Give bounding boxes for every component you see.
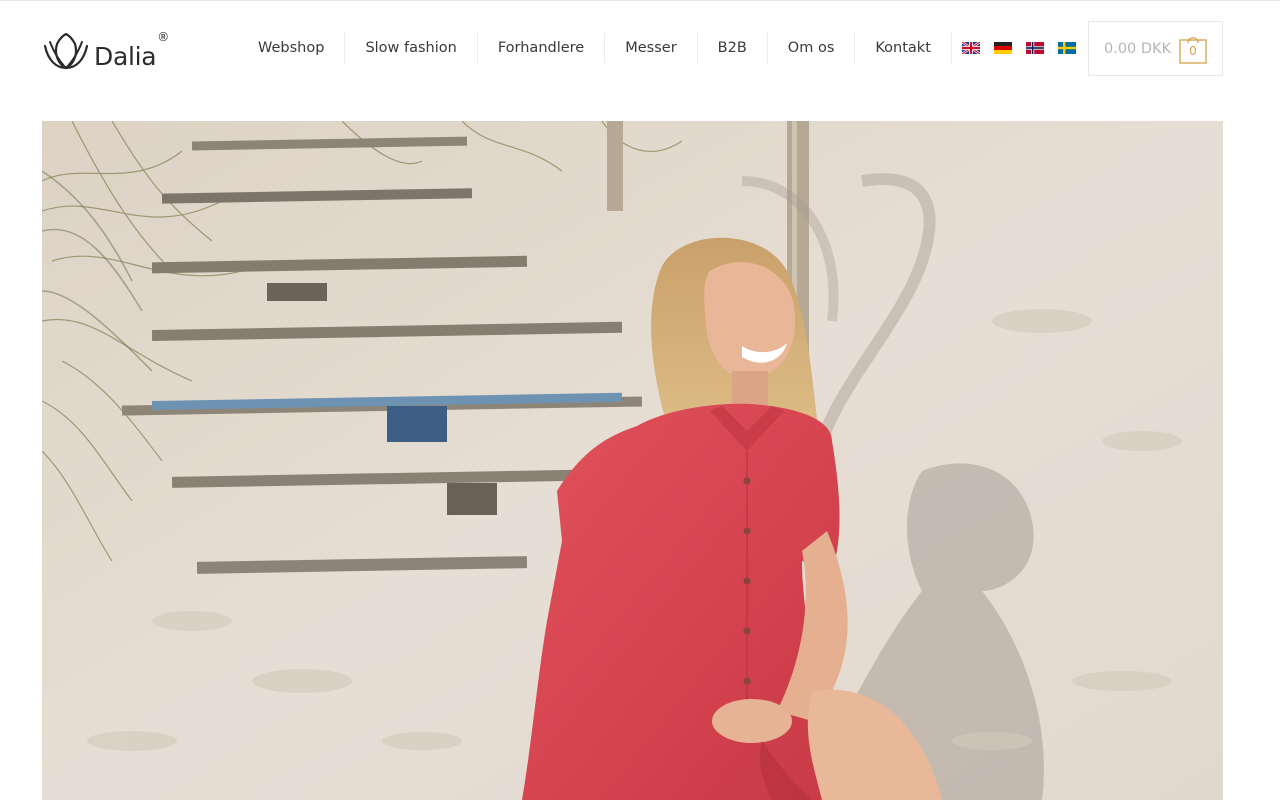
cart-count: 0 (1189, 44, 1197, 58)
language-switcher (950, 33, 1090, 63)
hero-image (42, 121, 1223, 800)
nav-item-webshop[interactable]: Webshop (238, 33, 344, 63)
flag-uk-icon[interactable] (961, 42, 980, 54)
nav-item-messer[interactable]: Messer (604, 33, 696, 63)
nav-item-kontakt[interactable]: Kontakt (854, 33, 951, 63)
nav-item-om-os[interactable]: Om os (766, 33, 855, 63)
cart-amount: 0.00 DKK (1104, 40, 1172, 57)
registered-mark: ® (157, 30, 170, 44)
flag-germany-icon[interactable] (993, 42, 1012, 54)
brand-name: Dalia (94, 42, 157, 71)
cart-button[interactable]: 0.00 DKK 0 (1088, 21, 1223, 76)
nav-item-forhandlere[interactable]: Forhandlere (476, 33, 604, 63)
shopping-bag-icon: 0 (1179, 35, 1207, 64)
flag-sweden-icon[interactable] (1057, 42, 1076, 54)
nav-item-b2b[interactable]: B2B (696, 33, 767, 63)
site-header: Dalia ® Webshop Slow fashion Forhandlere… (0, 0, 1280, 96)
hero-photo-illustration (42, 121, 1223, 800)
nav-item-slow-fashion[interactable]: Slow fashion (344, 33, 476, 63)
flag-norway-icon[interactable] (1025, 42, 1044, 54)
brand-logo[interactable]: Dalia ® (42, 30, 169, 70)
main-nav: Webshop Slow fashion Forhandlere Messer … (238, 33, 1090, 63)
lotus-outline-icon (43, 32, 89, 70)
